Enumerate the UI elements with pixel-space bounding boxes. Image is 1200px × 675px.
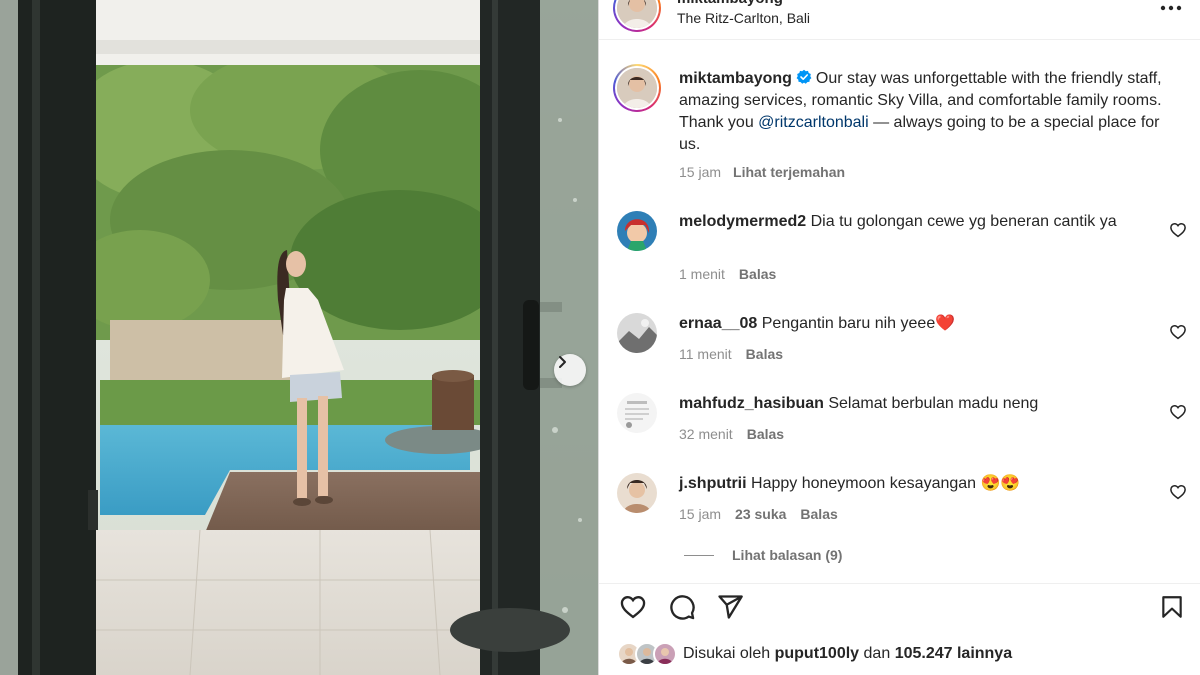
caption-timestamp[interactable]: 15 jam [679, 164, 721, 180]
post-photo[interactable] [0, 0, 598, 675]
actions-divider [599, 583, 1200, 584]
comment-meta: 11 menit Balas [679, 346, 797, 362]
reply-button[interactable]: Balas [747, 426, 784, 442]
comment-timestamp[interactable]: 15 jam [679, 506, 721, 522]
caption-mention-link[interactable]: @ritzcarltonbali [758, 114, 869, 131]
caption-text: miktambayong Our stay was unforgettable w… [679, 68, 1179, 156]
chevron-right-icon [559, 356, 566, 368]
comment-username[interactable]: ernaa__08 [679, 315, 757, 332]
reply-button[interactable]: Balas [739, 266, 776, 282]
avatar-image [617, 473, 657, 513]
translate-button[interactable]: Lihat terjemahan [733, 164, 845, 180]
post-header: miktambayong The Ritz-Carlton, Bali [599, 0, 1200, 40]
commenter-avatar[interactable] [617, 313, 657, 353]
comment-timestamp[interactable]: 32 menit [679, 426, 733, 442]
caption-username[interactable]: miktambayong [679, 70, 792, 87]
author-avatar[interactable] [613, 0, 661, 32]
comment-meta: 32 menit Balas [679, 426, 798, 442]
more-horizontal-icon [1160, 5, 1182, 11]
comment-like-heart-icon[interactable] [1169, 483, 1187, 501]
comment-username[interactable]: mahfudz_hasibuan [679, 395, 824, 412]
caption-author-avatar[interactable] [613, 64, 661, 112]
comment-text: Selamat berbulan madu neng [828, 395, 1039, 412]
view-replies-button[interactable]: Lihat balasan (9) [684, 547, 842, 563]
likes-connector: dan [863, 645, 891, 662]
comment-body: mahfudz_hasibuan Selamat berbulan madu n… [679, 393, 1149, 415]
commenter-avatar[interactable] [617, 211, 657, 251]
post-location[interactable]: The Ritz-Carlton, Bali [677, 10, 810, 26]
likes-prefix: Disukai oleh [683, 645, 771, 662]
comment-like-heart-icon[interactable] [1169, 403, 1187, 421]
bookmark-icon [1162, 596, 1182, 618]
comment-username[interactable]: j.shputrii [679, 475, 747, 492]
avatar-image [617, 0, 657, 28]
reply-button[interactable]: Balas [746, 346, 783, 362]
avatar-image [617, 313, 657, 353]
liker-username[interactable]: puput100ly [775, 645, 859, 663]
commenter-avatar[interactable] [617, 473, 657, 513]
more-options-button[interactable] [1159, 0, 1183, 20]
avatar-image [617, 68, 657, 108]
comment-icon [670, 595, 695, 620]
comment-body: ernaa__08 Pengantin baru nih yeee❤️ [679, 313, 1149, 335]
comment-timestamp[interactable]: 11 menit [679, 346, 732, 362]
likes-summary: Disukai oleh puput100ly dan 105.247 lain… [617, 642, 1012, 666]
likes-count[interactable]: 105.247 lainnya [895, 645, 1012, 663]
share-button[interactable] [715, 592, 745, 622]
liker-avatar [653, 642, 677, 666]
comment-body: j.shputrii Happy honeymoon kesayangan 😍😍 [679, 473, 1149, 495]
comment-body: melodymermed2 Dia tu golongan cewe yg be… [679, 211, 1149, 233]
view-replies-label: Lihat balasan (9) [732, 547, 843, 563]
comment-button[interactable] [667, 592, 697, 622]
reply-button[interactable]: Balas [800, 506, 837, 522]
comment-timestamp[interactable]: 1 menit [679, 266, 725, 282]
comment-text: Happy honeymoon kesayangan 😍😍 [751, 475, 1021, 492]
comment-text: Dia tu golongan cewe yg beneran cantik y… [810, 213, 1117, 230]
author-username[interactable]: miktambayong [677, 0, 783, 7]
comment-like-heart-icon[interactable] [1169, 221, 1187, 239]
comment-username[interactable]: melodymermed2 [679, 213, 806, 230]
avatar-image [617, 393, 657, 433]
like-button[interactable] [618, 592, 648, 622]
post-photo-image [0, 0, 598, 675]
comment-meta: 15 jam 23 suka Balas [679, 506, 852, 522]
replies-divider-line [684, 554, 714, 556]
send-icon [718, 595, 743, 619]
comment-like-heart-icon[interactable] [1169, 323, 1187, 341]
comment-meta: 1 menit Balas [679, 266, 790, 282]
save-button[interactable] [1157, 592, 1187, 622]
heart-icon [620, 596, 646, 619]
commenter-avatar[interactable] [617, 393, 657, 433]
avatar-image [617, 211, 657, 251]
comment-like-count[interactable]: 23 suka [735, 506, 786, 522]
post-side-panel: miktambayong The Ritz-Carlton, Bali mikt… [599, 0, 1200, 675]
liker-avatars[interactable] [617, 642, 679, 666]
verified-badge-icon [796, 69, 812, 84]
caption-meta: 15 jam Lihat terjemahan [679, 164, 845, 180]
next-photo-button[interactable] [554, 354, 586, 386]
comment-text: Pengantin baru nih yeee❤️ [761, 315, 956, 332]
